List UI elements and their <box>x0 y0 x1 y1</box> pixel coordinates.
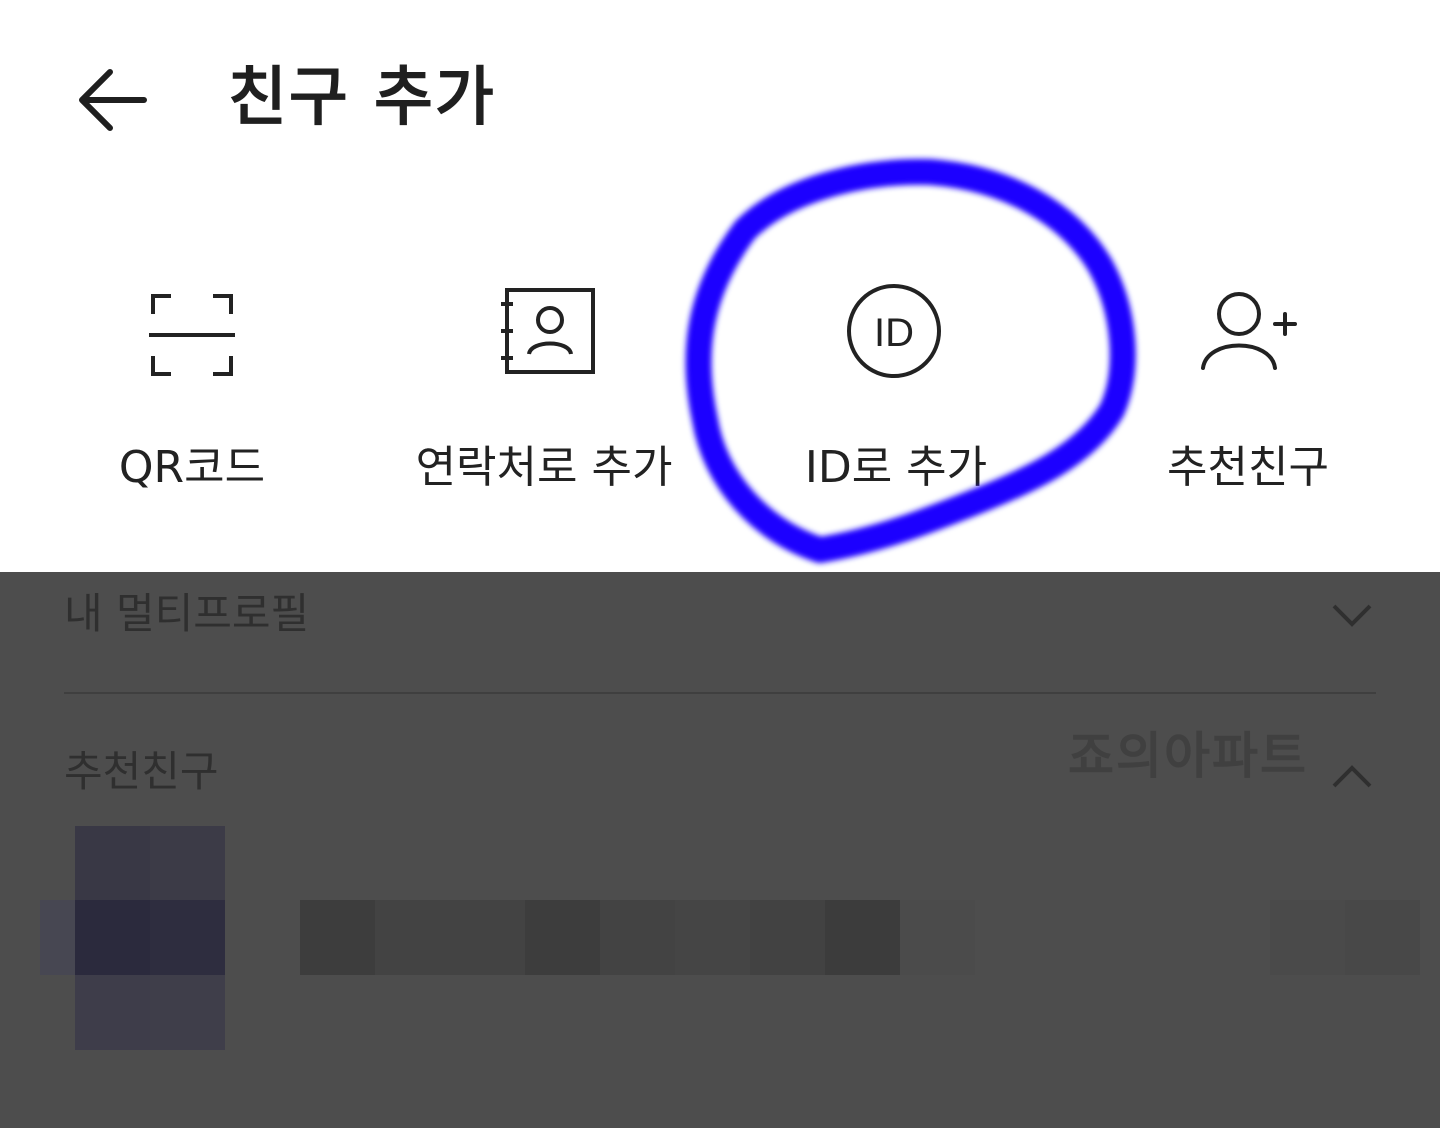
pixelated-avatar[interactable] <box>40 826 225 1050</box>
qr-code-label: QR코드 <box>118 442 266 493</box>
qr-scan-icon <box>149 294 235 376</box>
section-divider <box>64 692 1376 694</box>
qr-code-button[interactable]: QR코드 <box>22 270 362 510</box>
person-add-icon <box>1201 292 1297 370</box>
page-title: 친구 추가 <box>228 61 496 135</box>
add-by-contacts-label: 연락처로 추가 <box>415 442 673 493</box>
multiprofile-label: 내 멀티프로필 <box>64 589 310 638</box>
svg-text:ID: ID <box>874 311 914 355</box>
add-by-contacts-button[interactable]: 연락처로 추가 <box>374 270 714 510</box>
chevron-down-icon[interactable] <box>1328 590 1376 638</box>
multiprofile-section[interactable]: 내 멀티프로필 <box>64 584 1376 644</box>
app-header: 친구 추가 <box>0 0 1440 200</box>
add-by-id-button[interactable]: ID ID로 추가 <box>726 270 1066 510</box>
contact-book-icon <box>501 288 595 374</box>
add-by-id-label: ID로 추가 <box>804 442 988 493</box>
id-circle-icon: ID <box>847 284 941 378</box>
pixelated-add-button[interactable] <box>1270 900 1420 975</box>
recommended-friends-button[interactable]: 추천친구 <box>1078 270 1418 510</box>
watermark-text: 죠의아파트 <box>1068 727 1308 785</box>
back-arrow-icon[interactable] <box>72 60 152 140</box>
chevron-up-icon[interactable] <box>1328 752 1376 800</box>
recommended-friends-label: 추천친구 <box>1167 442 1329 493</box>
recommended-section-label: 추천친구 <box>64 747 219 796</box>
pixelated-friend-name <box>300 900 975 975</box>
